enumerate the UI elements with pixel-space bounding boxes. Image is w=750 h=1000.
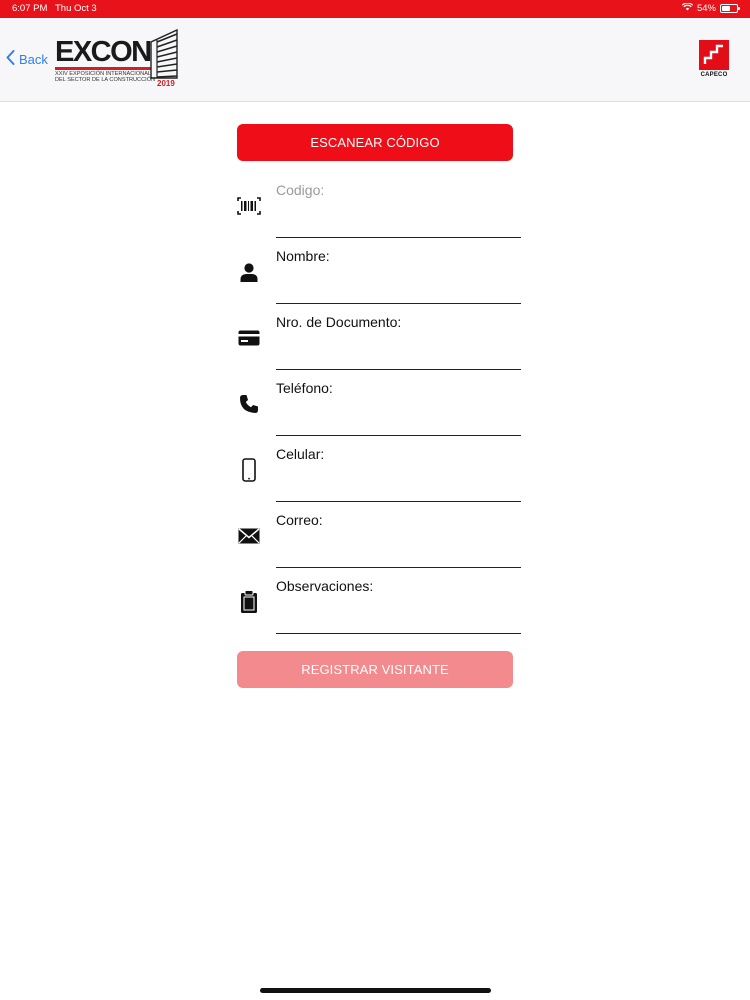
email-field[interactable]: Correo: xyxy=(237,512,521,570)
status-date: Thu Oct 3 xyxy=(55,3,97,14)
id-card-icon xyxy=(237,326,261,350)
capeco-logo-text: CAPECO xyxy=(700,72,728,78)
status-time: 6:07 PM xyxy=(12,3,48,14)
code-field-placeholder: Codigo: xyxy=(276,182,325,198)
excon-logo-subtitle: XXIV EXPOSICIÓN INTERNACIONAL DEL SECTOR… xyxy=(55,71,155,84)
observations-field[interactable]: Observaciones: xyxy=(237,578,521,636)
phone-field-underline xyxy=(276,435,521,436)
scan-code-button[interactable]: ESCANEAR CÓDIGO xyxy=(237,124,513,161)
phone-field-label: Teléfono: xyxy=(276,380,333,396)
name-field[interactable]: Nombre: xyxy=(237,248,521,306)
clipboard-icon xyxy=(237,590,261,614)
back-button[interactable]: Back xyxy=(6,50,48,68)
document-number-field[interactable]: Nro. de Documento: xyxy=(237,314,521,372)
status-bar: 6:07 PM Thu Oct 3 54% xyxy=(0,0,750,18)
email-field-underline xyxy=(276,567,521,568)
wifi-icon xyxy=(681,2,694,14)
name-field-label: Nombre: xyxy=(276,248,330,264)
observations-field-underline xyxy=(276,633,521,634)
mobile-icon xyxy=(237,458,261,482)
code-field-underline xyxy=(276,237,521,238)
home-indicator xyxy=(260,988,491,993)
excon-logo-bar xyxy=(55,67,151,70)
chevron-left-icon xyxy=(6,50,19,68)
email-field-label: Correo: xyxy=(276,512,323,528)
mobile-field-underline xyxy=(276,501,521,502)
mail-icon xyxy=(237,524,261,548)
name-field-underline xyxy=(276,303,521,304)
document-number-underline xyxy=(276,369,521,370)
phone-field[interactable]: Teléfono: xyxy=(237,380,521,438)
battery-percent: 54% xyxy=(696,3,716,14)
observations-field-label: Observaciones: xyxy=(276,578,374,594)
capeco-logo: CAPECO xyxy=(698,40,730,78)
register-visitor-button[interactable]: REGISTRAR VISITANTE xyxy=(237,651,513,688)
building-icon xyxy=(147,28,181,85)
mobile-field[interactable]: Celular: xyxy=(237,446,521,504)
mobile-field-label: Celular: xyxy=(276,446,325,462)
excon-logo: EXCON XXIV EXPOSICIÓN INTERNACIONAL DEL … xyxy=(55,28,185,90)
barcode-icon xyxy=(237,194,261,218)
navigation-bar: Back EXCON XXIV EXPOSICIÓN INTERNACIONAL… xyxy=(0,18,750,102)
excon-subtitle-line2: DEL SECTOR DE LA CONSTRUCCIÓN xyxy=(55,77,156,84)
capeco-logo-mark xyxy=(699,40,729,70)
battery-fill xyxy=(722,6,730,11)
battery-icon xyxy=(720,4,740,13)
phone-icon xyxy=(237,392,261,416)
excon-logo-word: EXCON xyxy=(55,36,152,68)
person-icon xyxy=(237,260,261,284)
back-label: Back xyxy=(19,51,48,67)
document-number-label: Nro. de Documento: xyxy=(276,314,402,330)
code-field[interactable]: Codigo: xyxy=(237,182,521,240)
status-right: 54% xyxy=(681,2,740,14)
